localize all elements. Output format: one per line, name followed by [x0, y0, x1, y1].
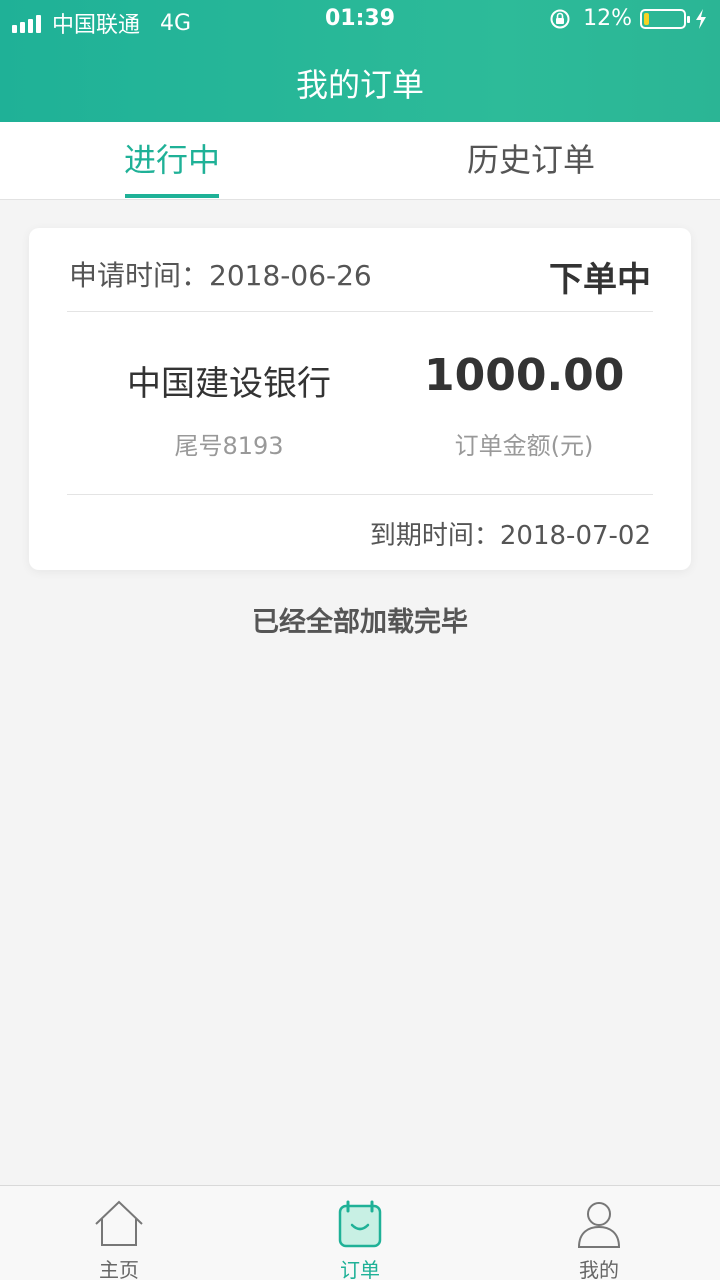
battery-tip	[687, 15, 690, 23]
status-right: 12%	[549, 6, 708, 31]
order-bag-icon	[338, 1200, 382, 1248]
order-amount-label: 订单金额(元)	[454, 432, 594, 460]
order-tabs: 进行中 历史订单	[0, 122, 720, 200]
load-complete-text: 已经全部加载完毕	[252, 607, 468, 638]
card-tail-number: 尾号8193	[174, 432, 284, 460]
nav-label-orders: 订单	[340, 1258, 380, 1280]
battery-fill	[644, 12, 649, 25]
apply-time-value: 2018-06-26	[209, 259, 372, 292]
due-time-value: 2018-07-02	[499, 521, 651, 551]
order-card[interactable]: 申请时间：2018-06-26 下单中 中国建设银行 尾号8193 1000.0…	[29, 228, 691, 570]
due-time: 到期时间：2018-07-02	[370, 515, 651, 552]
bottom-nav: 主页 订单 我的	[0, 1185, 720, 1280]
rotation-lock-icon	[550, 9, 570, 28]
tab-history[interactable]: 历史订单	[431, 122, 631, 200]
divider-top	[67, 311, 653, 312]
charging-bolt-icon	[696, 8, 706, 29]
apply-time-label: 申请时间：	[69, 259, 210, 292]
bank-name: 中国建设银行	[127, 364, 331, 404]
nav-label-me: 我的	[579, 1258, 619, 1280]
user-icon	[577, 1202, 621, 1248]
app-header: 中国联通 4G 01:39 12% 我的订单	[0, 0, 720, 122]
due-time-label: 到期时间：	[369, 521, 500, 551]
order-amount: 1000.00	[424, 350, 625, 401]
divider-bottom	[67, 494, 653, 495]
page-title: 我的订单	[295, 66, 424, 104]
apply-time: 申请时间：2018-06-26	[69, 254, 372, 294]
battery-icon	[640, 8, 690, 29]
nav-item-me[interactable]: 我的	[529, 1186, 669, 1280]
battery-percent: 12%	[583, 6, 632, 31]
nav-label-home: 主页	[99, 1258, 139, 1280]
status-bar: 中国联通 4G 01:39 12%	[0, 0, 720, 40]
home-icon	[95, 1200, 143, 1246]
order-status: 下单中	[549, 260, 651, 300]
active-tab-indicator	[125, 194, 219, 198]
nav-item-orders[interactable]: 订单	[290, 1186, 430, 1280]
tab-in-progress[interactable]: 进行中	[72, 122, 272, 200]
nav-item-home[interactable]: 主页	[49, 1186, 189, 1280]
